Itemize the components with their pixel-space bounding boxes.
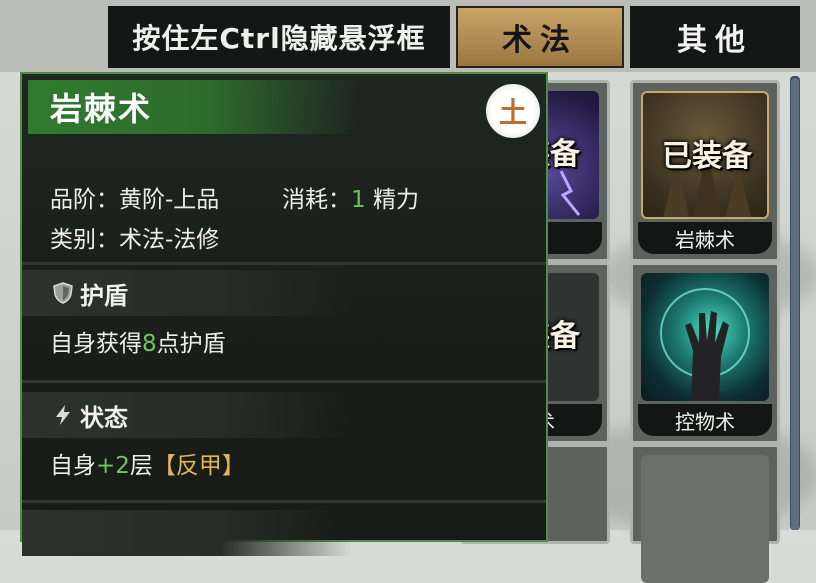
skill-title: 岩棘术 [28,80,358,134]
section-shield-heading: 护盾 [22,270,352,316]
effect-text: 自身 [50,453,96,479]
cost-row: 消耗：1 精力 [282,180,419,214]
grade-value: 黄阶-上品 [119,187,220,213]
scrollbar[interactable] [790,76,800,530]
section-status-heading: 状态 [22,392,352,438]
hand-glow-icon [660,288,750,401]
rock-thorn-skill-icon: 已装备 [641,91,769,219]
status-effect: 自身+2层【反甲】 [50,446,245,480]
shield-effect: 自身获得8点护盾 [50,324,226,358]
cost-unit: 精力 [372,187,419,213]
lightning-icon [56,405,70,425]
effect-text: 层 [129,453,153,479]
telekinesis-hand-icon [641,273,769,401]
divider [22,500,546,503]
equipped-label: 已装备 [662,139,752,174]
divider [22,380,546,383]
grade-label: 品阶： [50,187,119,213]
element-badge: 土 [486,84,540,138]
category-row: 类别：术法-法修 [50,220,219,254]
divider [22,262,546,265]
hide-tooltip-hint: 按住左Ctrl隐藏悬浮框 [108,6,450,68]
empty-slot-frame [641,455,769,583]
shield-icon [53,282,73,304]
tab-other[interactable]: 其他 [630,6,800,68]
category-value: 术法-法修 [119,227,220,253]
tab-spells[interactable]: 术法 [456,6,624,68]
effect-text: 点护盾 [156,331,226,357]
skill-slot-empty[interactable] [630,444,780,583]
section-heading: 状态 [80,402,128,432]
cost-label: 消耗： [282,187,351,213]
category-label: 类别： [50,227,119,253]
effect-value: 8 [142,331,157,357]
scrollbar-thumb[interactable] [791,78,799,530]
section-heading: 护盾 [80,280,128,310]
skill-tooltip: 岩棘术 土 品阶：黄阶-上品 消耗：1 精力 类别：术法-法修 护盾 自身获得8… [20,72,548,556]
status-tag[interactable]: 【反甲】 [153,453,245,479]
cost-value: 1 [351,187,366,213]
effect-value: +2 [96,453,130,479]
section-heading-partial [22,510,352,556]
skill-name: 控物术 [638,404,772,436]
skill-name: 岩棘术 [638,222,772,254]
skill-slot-telekinesis[interactable]: 控物术 [630,262,780,444]
effect-text: 自身获得 [50,331,142,357]
grade-row: 品阶：黄阶-上品 [50,180,219,214]
skill-slot-rock-thorn[interactable]: 已装备 岩棘术 [630,80,780,262]
